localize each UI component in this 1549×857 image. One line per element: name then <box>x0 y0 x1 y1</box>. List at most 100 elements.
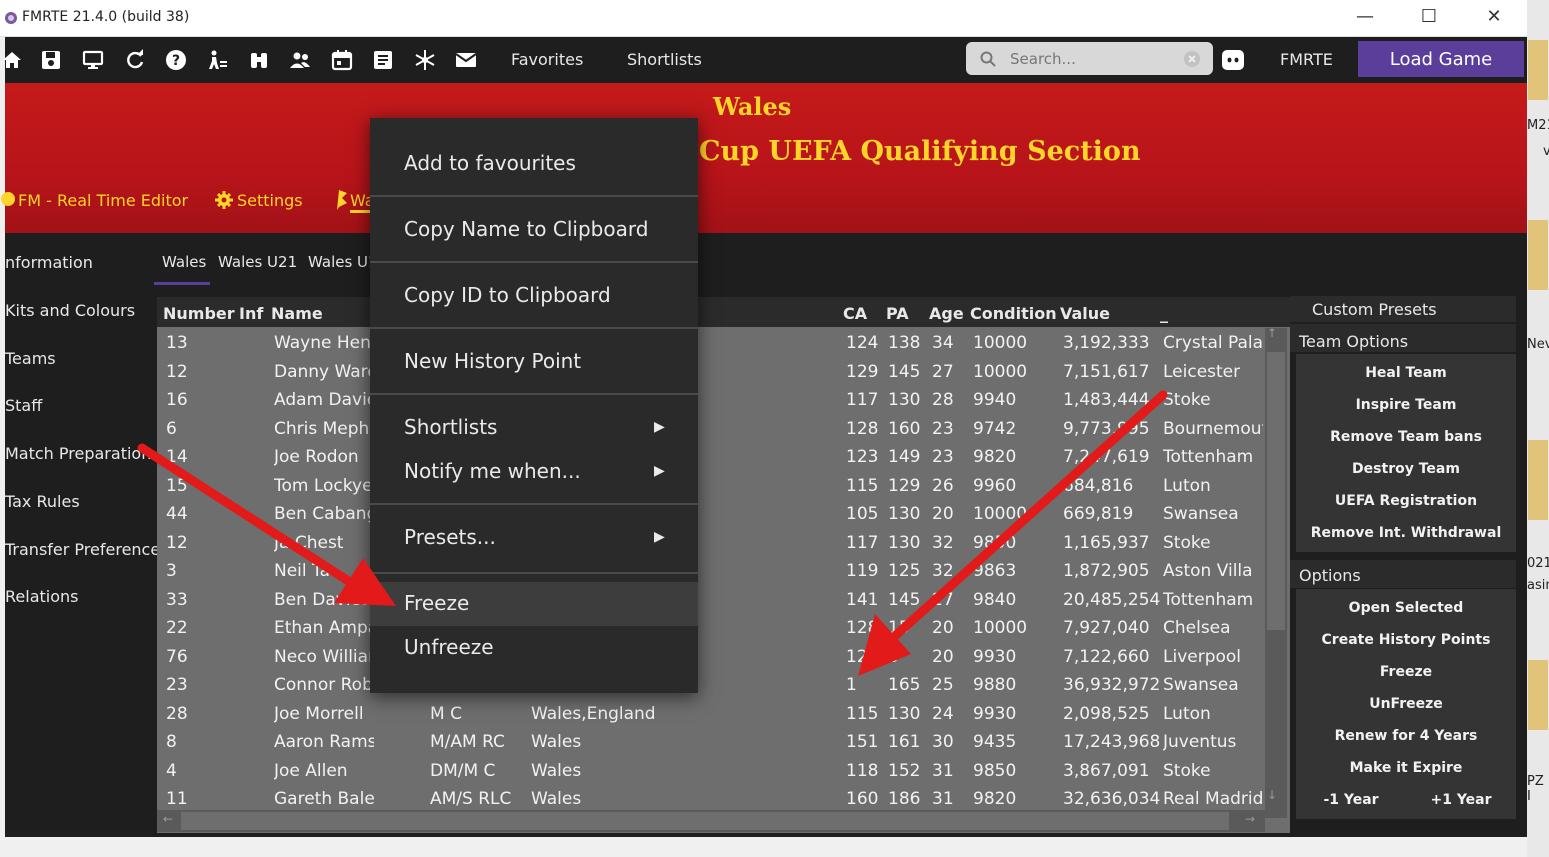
table-row[interactable]: 23 Connor Rob 1 165 25 9880 36,932,972 Swansea <box>157 671 1267 699</box>
people-icon[interactable] <box>289 49 311 71</box>
table-row[interactable]: 76 Neco Williar 12 0 20 9930 7,122,660 Liverpoo… <box>157 643 1267 671</box>
home-icon[interactable] <box>1 49 23 71</box>
favorites-link[interactable]: Favorites <box>511 50 583 69</box>
table-row[interactable]: 33 Ben Davies 141 145 27 9840 20,485,254 Totten… <box>157 586 1267 614</box>
table-row[interactable]: 12 Ja Chest 117 130 32 9850 1,165,937 Stoke <box>157 529 1267 557</box>
unfreeze-button[interactable]: UnFreeze <box>1296 696 1516 712</box>
fmrte-link[interactable]: FMRTE <box>1280 50 1333 69</box>
cell-value: 7,247,619 <box>1063 447 1150 467</box>
tab-wales-u19[interactable]: Wales U1 <box>308 253 378 271</box>
binoculars-icon[interactable] <box>248 49 270 71</box>
sidebar-item-teams[interactable]: Teams <box>5 349 56 368</box>
cell-value: 7,122,660 <box>1063 646 1150 667</box>
remove-team-bans-button[interactable]: Remove Team bans <box>1296 429 1516 445</box>
help-icon[interactable]: ? <box>165 49 187 71</box>
col-age[interactable]: Age <box>929 304 964 323</box>
notes-icon[interactable] <box>372 49 394 71</box>
make-it-expire-button[interactable]: Make it Expire <box>1296 760 1516 776</box>
custom-presets-heading[interactable]: Custom Presets <box>1312 300 1437 319</box>
scroll-up-icon[interactable]: ↑ <box>1267 326 1277 340</box>
load-game-button[interactable]: Load Game <box>1358 41 1524 77</box>
horizontal-scrollbar[interactable]: ← → <box>157 810 1265 832</box>
col-number[interactable]: Number <box>163 304 235 323</box>
uefa-registration-button[interactable]: UEFA Registration <box>1296 493 1516 509</box>
folder-icon <box>1528 440 1548 520</box>
cell-age: 23 <box>932 418 954 439</box>
col-club[interactable]: _ <box>1160 304 1168 323</box>
clear-search-icon[interactable] <box>1183 50 1201 68</box>
remove-int-withdrawal-button[interactable]: Remove Int. Withdrawal <box>1296 525 1516 541</box>
freeze-button[interactable]: Freeze <box>1296 664 1516 680</box>
table-row[interactable]: 12 Danny Ward 129 145 27 10000 7,151,617 Leices… <box>157 358 1267 386</box>
table-row[interactable]: 15 Tom Lockyer 115 129 26 9960 684,816 Luton <box>157 472 1267 500</box>
minimize-button[interactable]: — <box>1351 6 1379 28</box>
hscroll-thumb[interactable] <box>181 812 1229 830</box>
table-row[interactable]: 8 Aaron Ramsey M/AM RC Wales 151 161 30 9435 17,… <box>157 728 1267 756</box>
search-input[interactable]: Search... <box>966 42 1213 75</box>
nav-settings-link[interactable]: Settings <box>237 191 303 210</box>
sidebar-item-relations[interactable]: Relations <box>5 587 78 606</box>
open-selected-button[interactable]: Open Selected <box>1296 600 1516 616</box>
table-row[interactable]: 11 Gareth Bale AM/S RLC Wales 160 186 31 9820 32… <box>157 785 1267 811</box>
tab-wales[interactable]: Wales <box>162 253 206 271</box>
save-icon[interactable] <box>40 49 62 71</box>
tab-wales-u21[interactable]: Wales U21 <box>218 253 297 271</box>
col-name[interactable]: Name <box>271 304 323 323</box>
table-row[interactable]: 44 Ben Cabang 105 130 20 10000 669,819 Swansea <box>157 500 1267 528</box>
toolbar: ? Favorites Shortlists Search... FMRTE L… <box>3 37 1527 83</box>
cell-condition: 9863 <box>973 561 1017 581</box>
sidebar-item-transfer-preferences[interactable]: Transfer Preferences <box>5 540 169 559</box>
renew-4-years-button[interactable]: Renew for 4 Years <box>1296 728 1516 744</box>
scroll-right-icon[interactable]: → <box>1245 812 1255 826</box>
col-pa[interactable]: PA <box>886 304 909 323</box>
shortlists-link[interactable]: Shortlists <box>627 50 702 69</box>
sidebar-item-match-preparation[interactable]: Match Preparation <box>5 444 151 463</box>
cell-ca: 117 <box>846 390 879 410</box>
nav-editor-link[interactable]: FM - Real Time Editor <box>18 191 188 210</box>
snowflake-icon[interactable] <box>414 49 436 71</box>
scroll-thumb[interactable] <box>1267 352 1285 630</box>
sidebar-item-staff[interactable]: Staff <box>5 396 42 415</box>
refresh-icon[interactable] <box>124 49 146 71</box>
destroy-team-button[interactable]: Destroy Team <box>1296 461 1516 477</box>
col-ca[interactable]: CA <box>843 304 867 323</box>
cell-position: DM/M C <box>430 760 496 781</box>
inspire-team-button[interactable]: Inspire Team <box>1296 397 1516 413</box>
vertical-scrollbar[interactable]: ↑ ↓ <box>1265 326 1287 818</box>
plus-year-button[interactable]: +1 Year <box>1406 792 1516 808</box>
background-window-edge: M21 v Nev 021 asin PZ I <box>1527 0 1549 857</box>
col-value[interactable]: Value <box>1060 304 1110 323</box>
table-row[interactable]: 28 Joe Morrell M C Wales,England 115 130 24 993… <box>157 700 1267 728</box>
col-condition[interactable]: Condition <box>970 304 1057 323</box>
calendar-icon[interactable] <box>331 49 353 71</box>
create-history-points-button[interactable]: Create History Points <box>1296 632 1516 648</box>
sidebar-item-tax-rules[interactable]: Tax Rules <box>5 492 80 511</box>
table-row[interactable]: 22Ethan Ampaepublic of Ireland1281520100… <box>157 614 1267 642</box>
monitor-icon[interactable] <box>82 49 104 71</box>
right-panel: Custom Presets Team Options Heal Team In… <box>1290 296 1516 819</box>
table-row[interactable]: 16Adam Davieany1171302899401,483,444Stok… <box>157 386 1267 414</box>
maximize-button[interactable]: ☐ <box>1415 6 1443 28</box>
sidebar-item-information[interactable]: nformation <box>5 253 93 272</box>
table-row[interactable]: 13 Wayne Henr 124 138 34 10000 3,192,333 Crysta… <box>157 329 1267 357</box>
scroll-left-icon[interactable]: ← <box>163 812 173 826</box>
minus-year-button[interactable]: -1 Year <box>1296 792 1406 808</box>
sidebar-item-kits[interactable]: Kits and Colours <box>5 301 135 320</box>
discord-icon[interactable] <box>1221 49 1245 71</box>
scroll-down-icon[interactable]: ↓ <box>1267 788 1277 802</box>
col-inf[interactable]: Inf <box>239 304 263 323</box>
cell-name: Adam Davie <box>274 390 374 410</box>
mail-icon[interactable] <box>455 49 477 71</box>
table-row[interactable]: 14 Joe Rodon 123 149 23 9820 7,247,619 Tottenha… <box>157 443 1267 471</box>
cell-club: Stoke <box>1163 532 1211 553</box>
table-row[interactable]: 6 Chris Mepha 128 160 23 9742 9,773,995 Bournem… <box>157 415 1267 443</box>
close-button[interactable]: ✕ <box>1480 6 1508 28</box>
heal-team-button[interactable]: Heal Team <box>1296 365 1516 381</box>
cell-club: Swansea <box>1163 504 1239 524</box>
person-icon[interactable] <box>206 49 228 71</box>
table-row[interactable]: 4 Joe Allen DM/M C Wales 118 152 31 9850 3,867,0… <box>157 757 1267 785</box>
table-row[interactable]: 3 Neil Ta 119 125 32 9863 1,872,905 Aston Villa <box>157 557 1267 585</box>
cell-name: Joe Allen <box>274 760 348 781</box>
cell-name: Wayne Henr <box>274 333 374 353</box>
cell-condition: 9820 <box>973 447 1017 467</box>
